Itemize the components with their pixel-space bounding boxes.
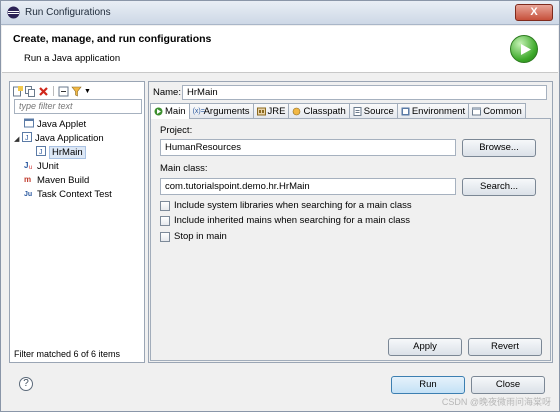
checkbox-label: Include system libraries when searching …: [174, 200, 412, 211]
delete-config-icon[interactable]: [38, 86, 49, 97]
apply-button[interactable]: Apply: [388, 338, 462, 356]
svg-text:m: m: [24, 175, 31, 184]
svg-text:J: J: [25, 135, 29, 142]
source-icon: [353, 106, 362, 116]
tab-common[interactable]: Common: [468, 103, 526, 118]
search-button[interactable]: Search...: [462, 178, 536, 196]
watermark-text: CSDN @晚夜微雨问海棠呀: [441, 397, 551, 407]
tree-item-label: Java Application: [35, 133, 104, 144]
tree-item-label: Java Applet: [37, 119, 87, 130]
tree-item-java-application[interactable]: ◢ J Java Application: [12, 132, 142, 146]
jre-icon: [256, 107, 266, 115]
project-label: Project:: [160, 125, 193, 136]
checkbox-label: Include inherited mains when searching f…: [174, 215, 411, 226]
configuration-list-panel: ▼ type filter text Java Applet ◢ J Java Ap…: [9, 81, 145, 363]
environment-icon: [401, 107, 410, 115]
main-class-field[interactable]: com.tutorialspoint.demo.hr.HrMain: [160, 178, 456, 195]
expand-arrow-icon[interactable]: ◢: [14, 133, 22, 147]
tab-jre[interactable]: JRE: [252, 103, 290, 118]
tree-item-maven-build[interactable]: m Maven Build: [12, 174, 142, 188]
close-button[interactable]: Close: [471, 376, 545, 394]
tab-label: JRE: [267, 105, 286, 117]
window-title: Run Configurations: [25, 7, 111, 18]
tab-label: Common: [483, 105, 522, 117]
tree-item-label: HrMain: [49, 146, 86, 159]
name-label: Name:: [153, 87, 181, 98]
common-icon: [472, 107, 482, 115]
tab-arguments[interactable]: (x)= Arguments: [188, 103, 254, 118]
title-bar[interactable]: Run Configurations X: [1, 1, 559, 25]
config-tabs: Main (x)= Arguments JRE Classpath Source…: [150, 103, 526, 119]
tab-label: Source: [363, 105, 394, 117]
tree-item-junit[interactable]: Ju JUnit: [12, 160, 142, 174]
filter-status-text: Filter matched 6 of 6 items: [14, 349, 121, 359]
name-field[interactable]: HrMain: [182, 85, 547, 100]
help-icon[interactable]: ?: [19, 377, 33, 391]
duplicate-config-icon[interactable]: [25, 85, 36, 97]
window-close-button[interactable]: X: [515, 4, 553, 21]
svg-text:u: u: [29, 165, 32, 170]
java-application-icon: J: [22, 132, 32, 142]
filter-config-icon[interactable]: [71, 86, 82, 97]
classpath-icon: [293, 107, 301, 115]
tree-item-label: Task Context Test: [37, 189, 112, 200]
new-config-icon[interactable]: [12, 85, 23, 97]
main-tab-icon: [154, 107, 163, 116]
svg-text:Ju: Ju: [24, 191, 32, 198]
tab-label: Arguments: [203, 105, 250, 117]
configuration-tree: Java Applet ◢ J Java Application J HrMain J…: [12, 118, 142, 202]
tab-label: Classpath: [303, 105, 346, 117]
main-tab-content: Project: HumanResources Browse... Main c…: [150, 118, 551, 361]
banner-heading: Create, manage, and run configurations: [13, 33, 212, 45]
checkbox[interactable]: [160, 231, 170, 242]
run-configurations-dialog: Run Configurations X Create, manage, and…: [0, 0, 560, 412]
tab-environment[interactable]: Environment: [396, 103, 470, 118]
banner-subtitle: Run a Java application: [24, 53, 121, 64]
java-applet-icon: [24, 118, 34, 128]
filter-input[interactable]: type filter text: [14, 99, 142, 114]
task-context-icon: Ju: [24, 191, 32, 198]
stop-in-main-checkbox[interactable]: Stop in main: [160, 230, 227, 243]
svg-text:J: J: [39, 149, 43, 156]
tab-label: Main: [165, 106, 186, 117]
tree-item-hrmain[interactable]: J HrMain: [12, 146, 142, 160]
include-inherited-mains-checkbox[interactable]: Include inherited mains when searching f…: [160, 214, 410, 227]
main-class-label: Main class:: [160, 163, 208, 174]
svg-text:J: J: [24, 161, 28, 170]
java-class-icon: J: [36, 146, 46, 156]
tab-source[interactable]: Source: [348, 103, 398, 118]
include-system-libraries-checkbox[interactable]: Include system libraries when searching …: [160, 199, 412, 212]
run-button[interactable]: Run: [391, 376, 465, 394]
config-toolbar: ▼: [12, 84, 91, 98]
revert-button[interactable]: Revert: [468, 338, 542, 356]
tab-main[interactable]: Main: [150, 103, 190, 119]
checkbox[interactable]: [160, 200, 170, 211]
filter-menu-chevron-down-icon[interactable]: ▼: [84, 88, 91, 95]
header-banner: Create, manage, and run configurations R…: [2, 26, 558, 73]
checkbox[interactable]: [160, 215, 170, 226]
eclipse-icon: [7, 6, 20, 19]
run-icon: [510, 35, 538, 63]
tab-label: Environment: [411, 105, 466, 117]
tab-classpath[interactable]: Classpath: [288, 103, 350, 118]
tree-item-label: Maven Build: [37, 175, 90, 186]
browse-button[interactable]: Browse...: [462, 139, 536, 157]
project-field[interactable]: HumanResources: [160, 139, 456, 156]
collapse-all-icon[interactable]: [58, 86, 69, 97]
checkbox-label: Stop in main: [174, 231, 227, 242]
configuration-editor-panel: Name: HrMain Main (x)= Arguments JRE Cla…: [148, 81, 553, 363]
junit-icon: Ju: [24, 161, 32, 170]
tree-item-label: JUnit: [37, 161, 59, 172]
tree-item-java-applet[interactable]: Java Applet: [12, 118, 142, 132]
tree-item-task-context-test[interactable]: Ju Task Context Test: [12, 188, 142, 202]
maven-icon: m: [24, 175, 31, 184]
arguments-icon: (x)=: [192, 107, 205, 115]
